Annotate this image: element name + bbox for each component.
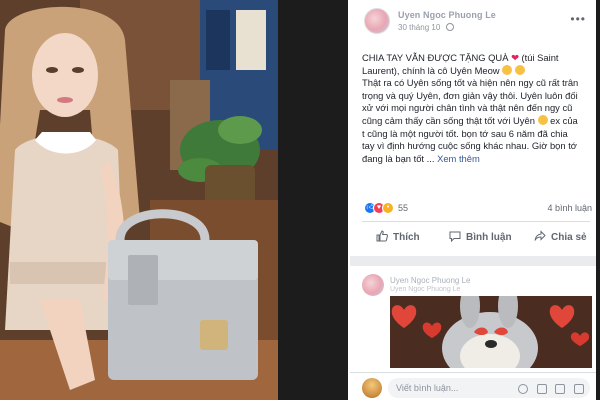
comments-count[interactable]: 4 bình luận	[547, 203, 592, 213]
post-line-suffix: ex của	[550, 114, 578, 126]
screenshot-root: Uyen Ngoc Phuong Le 30 tháng 10 ••• CHIA…	[0, 0, 600, 400]
post-actions: Thích Bình luận Chia sẻ	[362, 226, 596, 250]
reaction-count[interactable]: 55	[398, 203, 408, 213]
post-line: Thật ra có Uyên sống tốt và hiện nên ngy…	[362, 77, 579, 89]
sticker-icon[interactable]	[574, 383, 584, 394]
post-line: t cũng là một người tốt. bọn tớ sau 6 nă…	[362, 127, 568, 139]
like-button-label: Thích	[393, 232, 420, 243]
post-meta: 30 tháng 10	[398, 23, 454, 32]
dark-gutter	[278, 0, 348, 400]
post-line: CHIA TAY VẪN ĐƯỢC TẶNG QUÀ ❤ (túi Saint	[362, 52, 590, 65]
post-line: trọng và quý Uyên, đơn giản vậy thôi. Uy…	[362, 89, 578, 101]
cartoon-image[interactable]	[390, 296, 592, 368]
share-arrow-icon	[534, 230, 546, 241]
comment-placeholder: Viết bình luận...	[396, 383, 459, 393]
post-header: Uyen Ngoc Phuong Le 30 tháng 10 •••	[364, 8, 590, 42]
comment-composer: Viết bình luận...	[350, 372, 596, 400]
shared-author-avatar[interactable]	[362, 274, 384, 296]
post-line: cũng cảm thấy cần sống thật tốt với Uyên…	[362, 114, 590, 128]
post-date[interactable]: 30 tháng 10	[398, 23, 440, 32]
author-name[interactable]: Uyen Ngoc Phuong Le	[398, 10, 496, 20]
comment-input[interactable]: Viết bình luận...	[388, 378, 590, 398]
comment-button[interactable]: Bình luận	[449, 226, 512, 250]
post-line: xử với mọi người chân tình và thật nên đ…	[362, 102, 573, 114]
smile-emoji-icon	[502, 64, 513, 75]
post-line-text: đang là bạn tốt ...	[362, 152, 435, 164]
wow-reaction-icon: •	[382, 202, 394, 214]
post-line: Laurent), chính là cô Uyên Meow	[362, 64, 590, 78]
post-line: tay vì định hướng cuộc sống khác nhau. G…	[362, 140, 577, 152]
gif-icon[interactable]	[555, 383, 566, 394]
comment-button-label: Bình luận	[466, 232, 512, 243]
post-line-text: CHIA TAY VẪN ĐƯỢC TẶNG QUÀ	[362, 52, 509, 63]
photo-woman-with-handbag	[0, 0, 278, 400]
camera-icon[interactable]	[536, 383, 547, 394]
facebook-post: Uyen Ngoc Phuong Le 30 tháng 10 ••• CHIA…	[350, 0, 596, 400]
shared-post-header: Uyen Ngoc Phuong Le Uyen Ngoc Phuong Le	[362, 274, 590, 296]
reactions-summary[interactable]: 👍︎ ♥ • 55 4 bình luận	[364, 201, 592, 215]
post-line: đang là bạn tốt ... Xem thêm	[362, 153, 590, 166]
globe-icon	[445, 23, 454, 31]
author-avatar[interactable]	[364, 8, 390, 34]
divider	[362, 221, 590, 222]
post-line-text: cũng cảm thấy cần sống thật tốt với Uyên	[362, 114, 535, 126]
post-line-suffix: (túi Saint	[521, 52, 559, 63]
smile-emoji-icon	[514, 64, 525, 75]
shared-author-sub: Uyen Ngoc Phuong Le	[390, 286, 461, 293]
heart-icon: ❤	[511, 52, 519, 63]
post-body: CHIA TAY VẪN ĐƯỢC TẶNG QUÀ ❤ (túi Saint …	[362, 52, 590, 165]
thumbs-up-icon	[376, 230, 388, 242]
smile-emoji-icon	[537, 114, 548, 125]
post-line-text: Laurent), chính là cô Uyên Meow	[362, 64, 500, 76]
comment-tools	[512, 378, 584, 398]
feed-separator	[350, 256, 596, 266]
emoji-icon[interactable]	[518, 383, 529, 394]
share-button-label: Chia sẻ	[551, 232, 587, 243]
viewer-avatar[interactable]	[362, 378, 382, 398]
see-more-link[interactable]: Xem thêm	[437, 153, 480, 164]
share-button[interactable]: Chia sẻ	[534, 226, 587, 250]
more-dots-icon[interactable]: •••	[570, 12, 586, 26]
comment-bubble-icon	[449, 231, 461, 242]
like-button[interactable]: Thích	[376, 226, 420, 250]
dark-edge	[596, 0, 600, 400]
shared-author-name[interactable]: Uyen Ngoc Phuong Le	[390, 276, 471, 285]
